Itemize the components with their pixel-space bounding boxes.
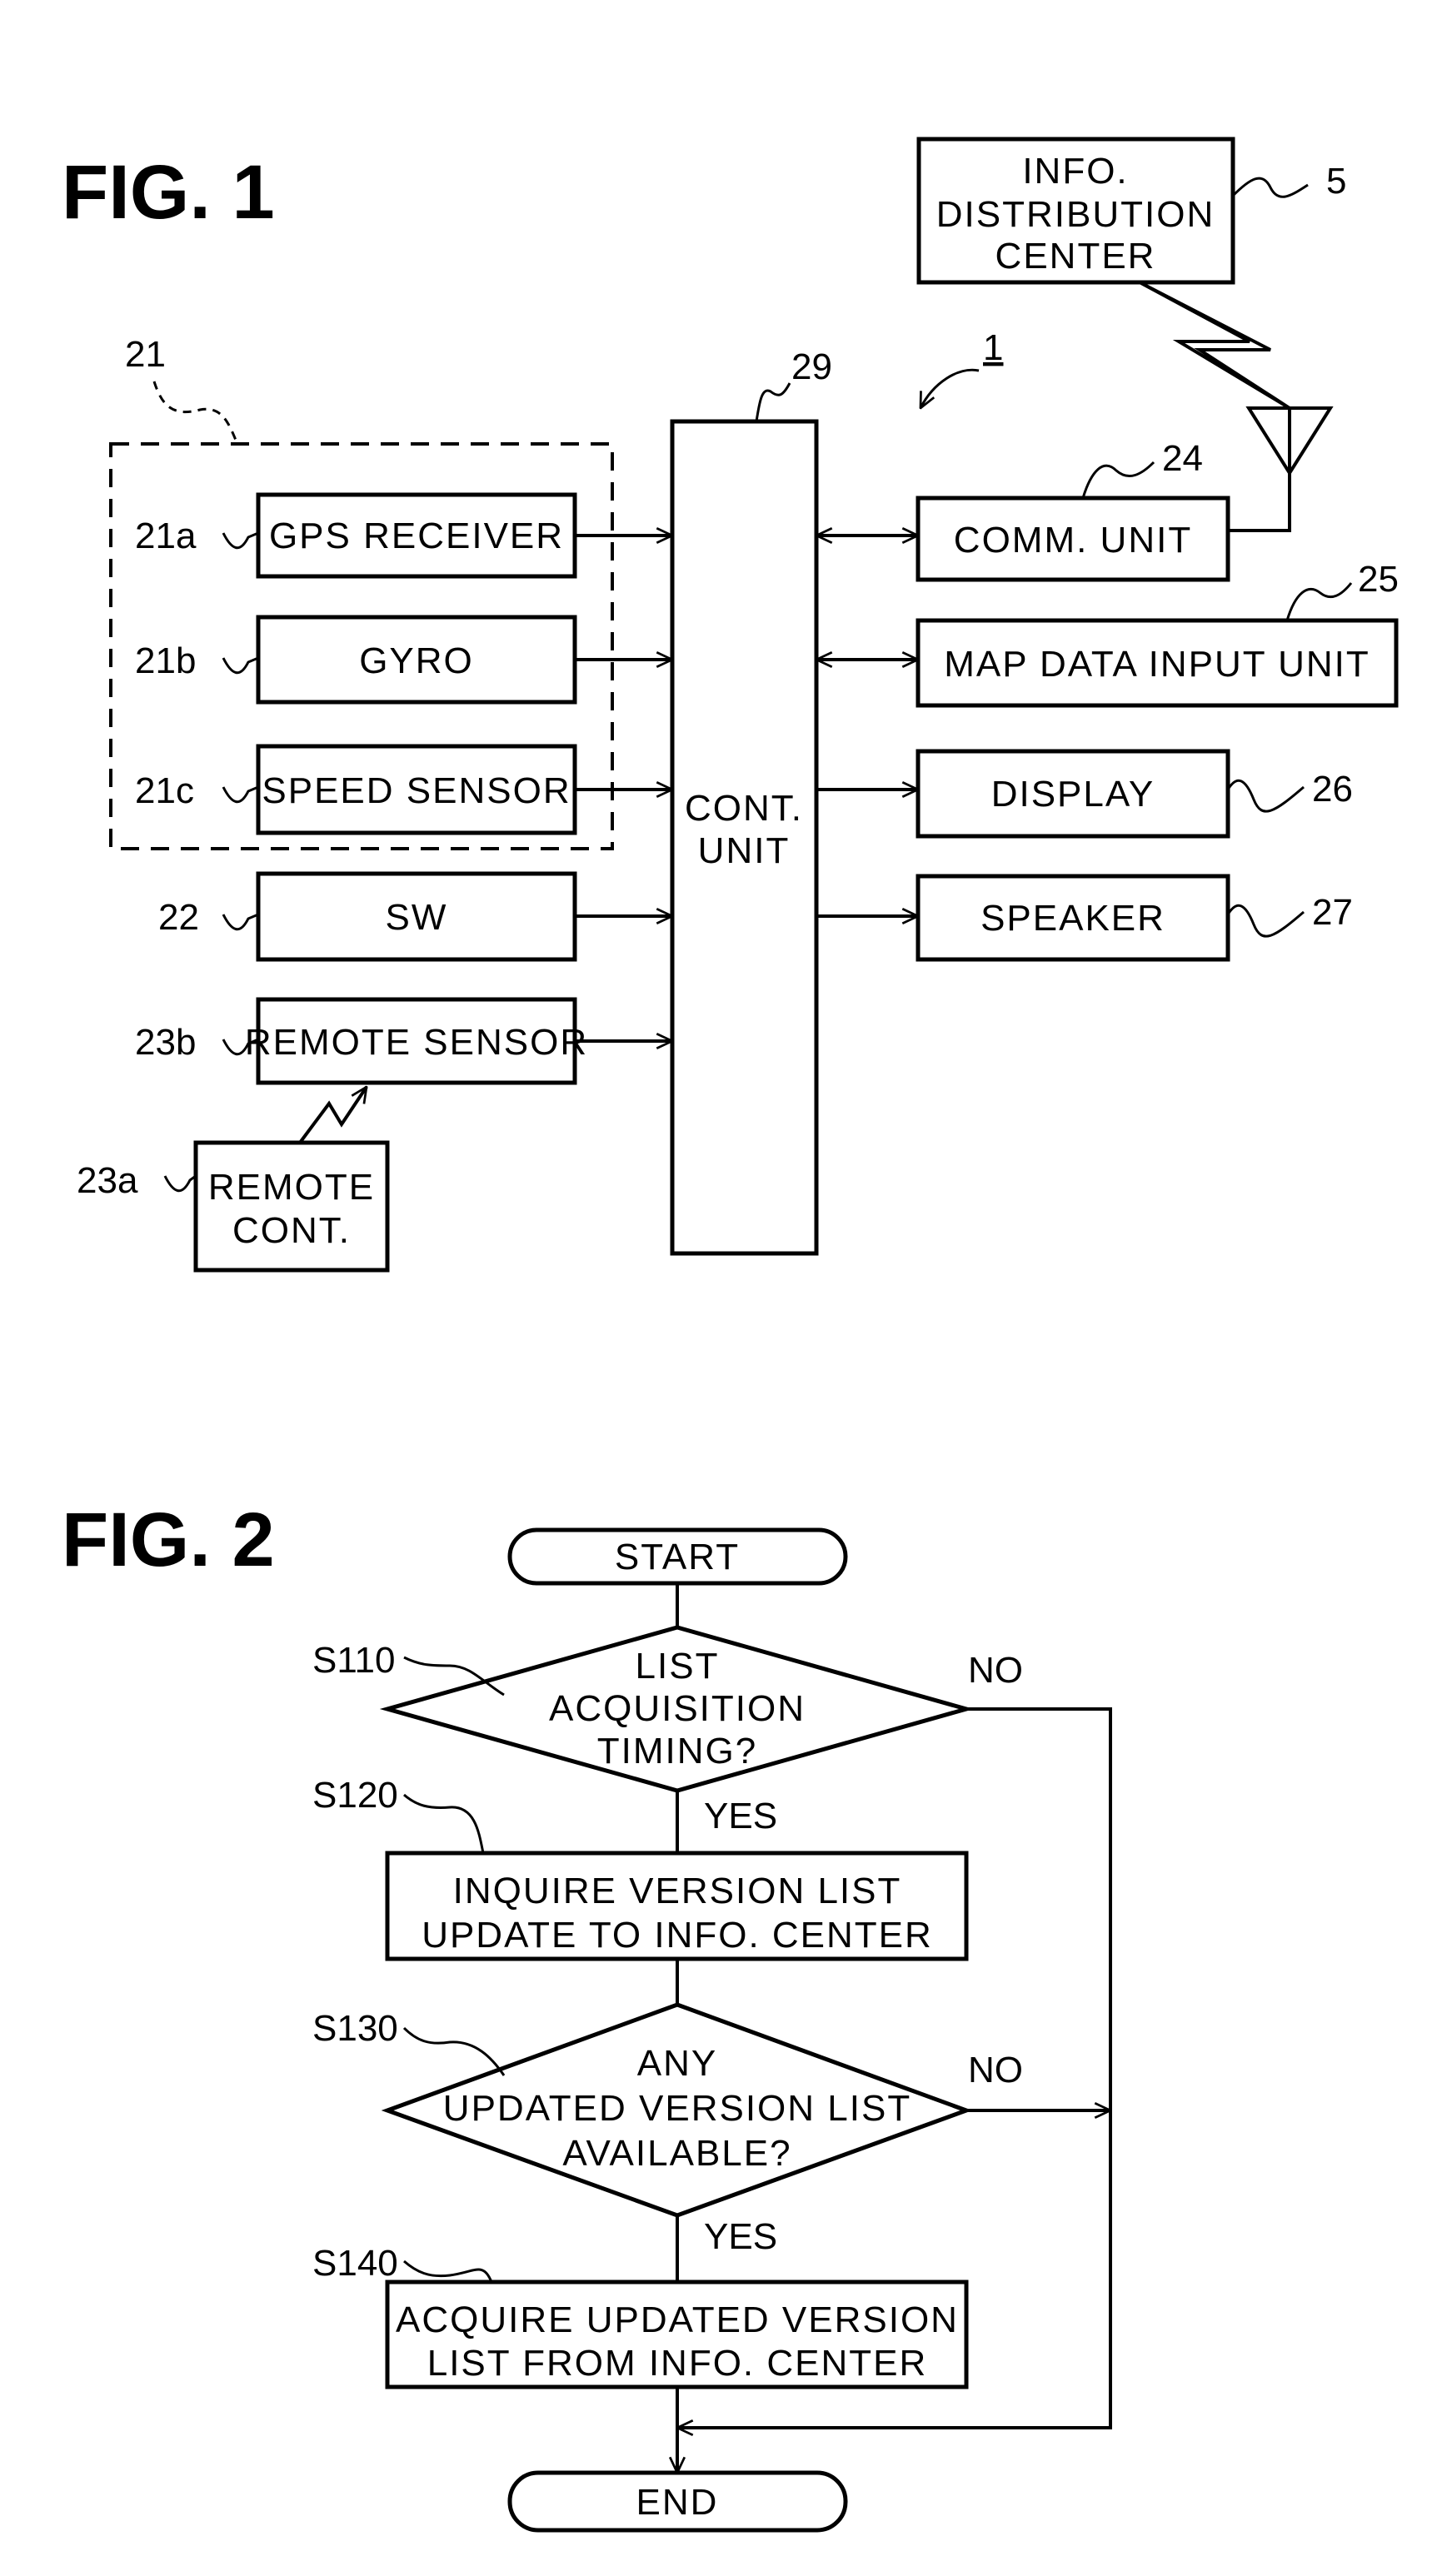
display-block: DISPLAY 26 xyxy=(916,749,1353,839)
step-s140-process: ACQUIRE UPDATED VERSION LIST FROM INFO. … xyxy=(312,2243,969,2389)
ref-23a: 23a xyxy=(77,1160,138,1201)
ref-26: 26 xyxy=(1312,769,1353,810)
switch-block: SW 22 xyxy=(158,871,577,962)
info-center-line-2: DISTRIBUTION xyxy=(936,194,1215,235)
speaker-label: SPEAKER xyxy=(980,898,1165,939)
antenna-icon xyxy=(1228,406,1334,532)
start-terminal: START xyxy=(507,1527,848,1586)
info-distribution-center-block: INFO. DISTRIBUTION CENTER 5 xyxy=(916,137,1346,285)
ref-21a: 21a xyxy=(135,516,197,556)
ref-leader-25 xyxy=(1285,582,1353,621)
ref-5: 5 xyxy=(1326,161,1346,202)
patent-drawing-sheet: FIG. 1 INFO. DISTRIBUTION CENTER 5 1 21 … xyxy=(62,137,1399,2533)
ref-leader-26 xyxy=(1226,779,1305,813)
map-data-input-label: MAP DATA INPUT UNIT xyxy=(944,644,1370,685)
ref-25: 25 xyxy=(1358,559,1399,600)
gps-receiver-label: GPS RECEIVER xyxy=(269,516,564,556)
s110-yes-label: YES xyxy=(704,1796,777,1836)
s130-ref-leader xyxy=(402,2026,506,2076)
s140-line-2: LIST FROM INFO. CENTER xyxy=(427,2343,928,2384)
info-center-line-1: INFO. xyxy=(1022,151,1128,192)
ref-leader-5 xyxy=(1231,177,1309,198)
system-ref-1: 1 xyxy=(983,327,1003,368)
control-unit-line-1: CONT. xyxy=(685,788,803,829)
figure-1-title: FIG. 1 xyxy=(62,150,275,235)
step-s120-process: INQUIRE VERSION LIST UPDATE TO INFO. CEN… xyxy=(312,1775,969,1961)
figure-2-title: FIG. 2 xyxy=(62,1497,275,1582)
ref-leader-23a xyxy=(163,1174,197,1192)
figure-2: FIG. 2 START LIST ACQUISITION TIMING? S1… xyxy=(62,1497,1112,2533)
comm-unit-block: COMM. UNIT 24 xyxy=(916,438,1230,582)
speaker-block: SPEAKER 27 xyxy=(916,874,1353,962)
comm-unit-label: COMM. UNIT xyxy=(954,520,1192,561)
s130-line-2: UPDATED VERSION LIST xyxy=(443,2088,911,2129)
s110-no-label: NO xyxy=(968,1650,1023,1691)
s120-ref-leader xyxy=(403,1793,485,1854)
s140-ref-leader xyxy=(403,2260,493,2283)
start-label: START xyxy=(615,1537,740,1577)
remote-controller-block: REMOTE CONT. 23a xyxy=(77,1140,390,1273)
gyro-label: GYRO xyxy=(359,640,474,681)
remote-sensor-label: REMOTE SENSOR xyxy=(245,1022,588,1063)
s140-line-1: ACQUIRE UPDATED VERSION xyxy=(396,2299,959,2340)
ref-23b: 23b xyxy=(135,1022,196,1063)
ref-leader-22 xyxy=(222,913,259,930)
ref-24: 24 xyxy=(1162,438,1203,479)
s110-line-1: LIST xyxy=(636,1646,720,1687)
s130-line-3: AVAILABLE? xyxy=(562,2133,791,2174)
s120-ref: S120 xyxy=(312,1775,398,1816)
s140-ref: S140 xyxy=(312,2243,398,2284)
display-label: DISPLAY xyxy=(991,774,1155,815)
switch-label: SW xyxy=(386,897,448,938)
gps-receiver-block: GPS RECEIVER 21a xyxy=(135,492,577,579)
control-unit-block: CONT. UNIT 29 xyxy=(670,346,832,1256)
s130-line-1: ANY xyxy=(637,2043,717,2084)
ref-21c: 21c xyxy=(135,770,194,811)
ref-29: 29 xyxy=(791,346,832,387)
end-terminal: END xyxy=(507,2470,848,2533)
speed-sensor-label: SPEED SENSOR xyxy=(262,770,571,811)
gyro-block: GYRO 21b xyxy=(135,615,577,705)
remote-sensor-block: REMOTE SENSOR 23b xyxy=(135,997,588,1085)
ref-22: 22 xyxy=(158,897,199,938)
system-ref-arrow-icon xyxy=(921,368,980,408)
control-unit-line-2: UNIT xyxy=(698,830,791,871)
ref-leader-24 xyxy=(1081,461,1155,499)
remote-controller-line-1: REMOTE xyxy=(208,1167,375,1208)
wireless-link-icon xyxy=(1139,281,1291,410)
info-center-line-3: CENTER xyxy=(995,236,1156,277)
s110-ref: S110 xyxy=(312,1640,396,1681)
infrared-link-icon xyxy=(298,1087,367,1144)
ref-leader-27 xyxy=(1226,904,1305,938)
speed-sensor-block: SPEED SENSOR 21c xyxy=(135,744,577,835)
ref-leader-29 xyxy=(755,382,791,422)
s130-ref: S130 xyxy=(312,2008,398,2049)
ref-leader-21 xyxy=(152,381,239,445)
step-s130-decision: ANY UPDATED VERSION LIST AVAILABLE? S130… xyxy=(312,2002,1023,2257)
s120-line-1: INQUIRE VERSION LIST xyxy=(453,1871,902,1911)
ref-27: 27 xyxy=(1312,892,1353,933)
ref-21b: 21b xyxy=(135,640,196,681)
remote-controller-line-2: CONT. xyxy=(232,1210,351,1251)
s130-yes-label: YES xyxy=(704,2216,777,2257)
end-label: END xyxy=(636,2482,719,2523)
ref-leader-21b xyxy=(222,656,259,674)
s110-line-3: TIMING? xyxy=(597,1731,757,1771)
ref-21: 21 xyxy=(125,334,166,375)
figure-1: FIG. 1 INFO. DISTRIBUTION CENTER 5 1 21 … xyxy=(62,137,1399,1273)
s110-line-2: ACQUISITION xyxy=(549,1688,806,1729)
s120-line-2: UPDATE TO INFO. CENTER xyxy=(422,1915,933,1956)
s130-no-label: NO xyxy=(968,2050,1023,2090)
ref-leader-21a xyxy=(222,531,259,549)
ref-leader-21c xyxy=(222,785,259,803)
